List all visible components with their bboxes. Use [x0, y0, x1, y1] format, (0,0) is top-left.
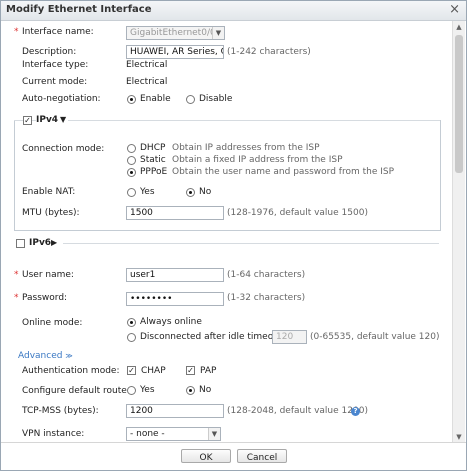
modify-ethernet-dialog: Modify Ethernet Interface × * Interface …: [0, 0, 467, 471]
scrollbar-thumb[interactable]: [455, 35, 463, 173]
always-online-label: Always online: [140, 317, 202, 327]
idle-timeout-hint: (0-65535, default value 120): [310, 332, 440, 342]
nat-no-radio[interactable]: [186, 188, 195, 197]
nat-yes-label: Yes: [140, 187, 155, 197]
interface-name-label: Interface name:: [22, 27, 94, 37]
interface-name-value: GigabitEthernet0/0/2: [130, 28, 225, 38]
auto-negotiation-label: Auto-negotiation:: [22, 94, 101, 104]
mtu-label: MTU (bytes):: [22, 208, 80, 218]
double-chevron-down-icon: ≫: [65, 352, 73, 360]
interface-name-select[interactable]: GigabitEthernet0/0/2 ▼: [126, 26, 225, 40]
chevron-down-icon: ▼: [208, 428, 220, 440]
pppoe-radio[interactable]: [127, 168, 136, 177]
always-online-radio[interactable]: [127, 318, 136, 327]
vpn-instance-select[interactable]: - none - ▼: [126, 427, 221, 441]
dhcp-desc: Obtain IP addresses from the ISP: [172, 143, 320, 153]
advanced-link-label: Advanced: [18, 351, 63, 361]
ipv4-collapse-icon[interactable]: ▼: [58, 115, 69, 124]
connection-mode-label: Connection mode:: [22, 144, 105, 154]
scroll-up-icon[interactable]: ▲: [453, 21, 465, 33]
help-icon[interactable]: ?: [351, 407, 360, 416]
description-label: Description:: [22, 47, 77, 57]
dialog-footer: OK Cancel: [1, 442, 466, 470]
interface-type-value: Electrical: [126, 60, 168, 70]
description-hint: (1-242 characters): [227, 47, 311, 57]
pap-checkbox[interactable]: ✓: [186, 366, 195, 375]
online-mode-label: Online mode:: [22, 318, 83, 328]
pppoe-label: PPPoE: [140, 167, 168, 177]
chap-label: CHAP: [141, 366, 166, 376]
ipv6-header[interactable]: IPv6: [29, 238, 51, 248]
required-marker: *: [14, 293, 19, 303]
mtu-input[interactable]: 1500: [126, 206, 224, 220]
enable-nat-label: Enable NAT:: [22, 187, 76, 197]
pppoe-desc: Obtain the user name and password from t…: [172, 167, 395, 177]
idle-timeout-radio[interactable]: [127, 333, 136, 342]
user-name-label: User name:: [22, 270, 74, 280]
default-route-label: Configure default route:: [22, 386, 130, 396]
password-input[interactable]: ••••••••: [126, 292, 224, 306]
ipv4-divider: [14, 120, 440, 121]
ok-button[interactable]: OK: [181, 449, 231, 463]
route-yes-radio[interactable]: [127, 386, 136, 395]
ipv6-checkbox[interactable]: [16, 239, 25, 248]
tcp-mss-hint: (128-2048, default value 1200): [227, 406, 368, 416]
current-mode-value: Electrical: [126, 77, 168, 87]
route-no-label: No: [199, 385, 212, 395]
current-mode-label: Current mode:: [22, 77, 88, 87]
auto-negotiation-disable-label: Disable: [199, 94, 233, 104]
required-marker: *: [14, 270, 19, 280]
nat-yes-radio[interactable]: [127, 188, 136, 197]
tcp-mss-label: TCP-MSS (bytes):: [22, 406, 99, 416]
vertical-scrollbar[interactable]: ▲ ▼: [452, 21, 465, 443]
static-desc: Obtain a fixed IP address from the ISP: [172, 155, 343, 165]
required-marker: *: [14, 27, 19, 37]
auth-mode-label: Authentication mode:: [22, 366, 120, 376]
static-radio[interactable]: [127, 156, 136, 165]
static-label: Static: [140, 155, 166, 165]
password-label: Password:: [22, 293, 68, 303]
route-yes-label: Yes: [140, 385, 155, 395]
tcp-mss-input[interactable]: 1200: [126, 404, 224, 418]
auto-negotiation-enable-label: Enable: [140, 94, 171, 104]
mtu-hint: (128-1976, default value 1500): [227, 208, 368, 218]
vpn-instance-label: VPN instance:: [22, 429, 85, 439]
description-input[interactable]: HUAWEI, AR Series, Gigab: [126, 45, 224, 59]
dialog-title: Modify Ethernet Interface: [6, 4, 152, 15]
password-hint: (1-32 characters): [227, 293, 306, 303]
cancel-button[interactable]: Cancel: [237, 449, 287, 463]
close-icon[interactable]: ×: [449, 2, 460, 17]
dhcp-label: DHCP: [140, 143, 166, 153]
pap-label: PAP: [200, 366, 217, 376]
auto-negotiation-enable-radio[interactable]: [127, 95, 136, 104]
ipv6-divider: [63, 243, 439, 244]
chevron-down-icon: ▼: [212, 27, 224, 39]
dialog-content: * Interface name: GigabitEthernet0/0/2 ▼…: [1, 21, 451, 443]
ipv4-checkbox[interactable]: ✓: [23, 116, 32, 125]
interface-type-label: Interface type:: [22, 60, 89, 70]
chap-checkbox[interactable]: ✓: [127, 366, 136, 375]
nat-no-label: No: [199, 187, 212, 197]
dialog-titlebar: Modify Ethernet Interface ×: [1, 1, 466, 21]
advanced-toggle[interactable]: Advanced ≫: [18, 351, 73, 361]
dhcp-radio[interactable]: [127, 144, 136, 153]
ipv6-expand-icon[interactable]: ▶: [51, 238, 57, 247]
auto-negotiation-disable-radio[interactable]: [186, 95, 195, 104]
route-no-radio[interactable]: [186, 386, 195, 395]
user-name-input[interactable]: user1: [126, 268, 224, 282]
vpn-instance-value: - none -: [130, 429, 165, 439]
idle-timeout-input[interactable]: 120: [272, 330, 307, 344]
user-name-hint: (1-64 characters): [227, 270, 306, 280]
ipv4-header[interactable]: IPv4: [36, 115, 61, 125]
